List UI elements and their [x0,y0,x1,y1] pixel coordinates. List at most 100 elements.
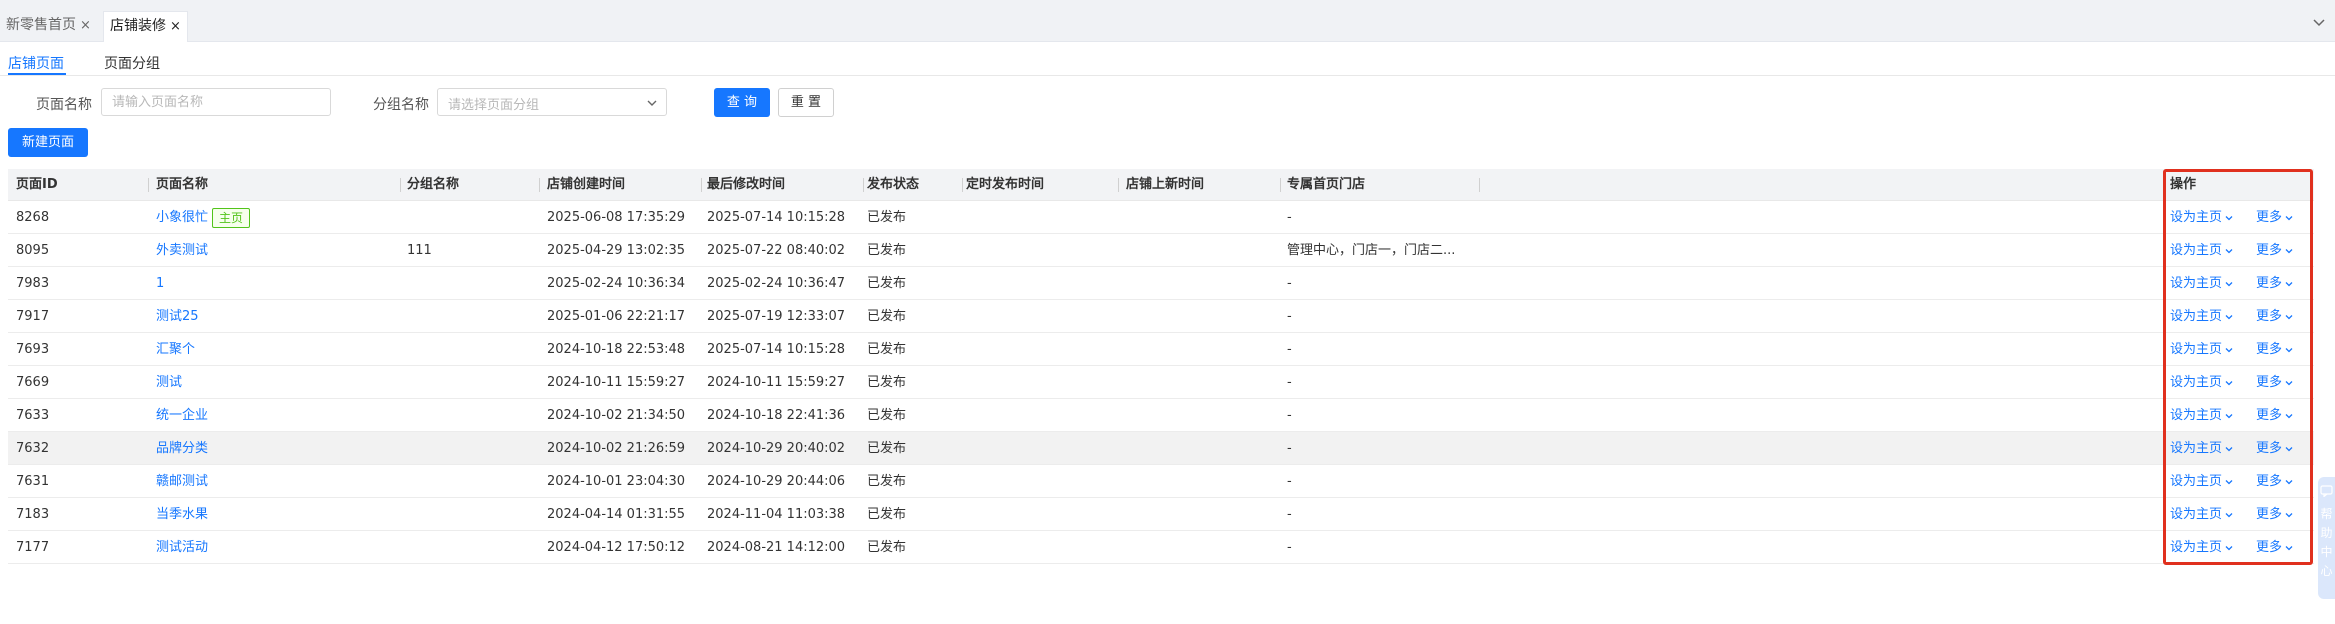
more-label: 更多 [2256,309,2283,324]
column-header-status: 发布状态 [867,177,920,192]
column-header-group: 分组名称 [407,177,460,192]
set-home-button[interactable]: 设为主页 [2170,399,2234,432]
cell-name[interactable]: 小象很忙 主页 [156,201,251,234]
set-home-button[interactable]: 设为主页 [2170,300,2234,333]
set-home-button[interactable]: 设为主页 [2170,465,2234,498]
chevron-down-icon [647,100,657,106]
page-name-link[interactable]: 汇聚个 [156,342,195,357]
help-center-widget[interactable]: 帮 助 中 心 [2318,477,2335,599]
chevron-down-icon[interactable] [2311,14,2327,30]
set-home-button[interactable]: 设为主页 [2170,333,2234,366]
cell-name[interactable]: 测试 [156,366,182,399]
cell-name[interactable]: 测试25 [156,300,199,333]
cell-text: 2025-07-14 10:15:28 [707,210,846,225]
more-button[interactable]: 更多 [2256,498,2294,531]
more-button[interactable]: 更多 [2256,300,2294,333]
set-home-button[interactable]: 设为主页 [2170,234,2234,267]
more-button[interactable]: 更多 [2256,201,2294,234]
group-name-label: 分组名称 [373,97,429,113]
home-tag: 主页 [212,207,251,228]
reset-button[interactable]: 重 置 [778,88,834,117]
close-icon[interactable]: × [170,13,181,41]
cell-modified: 2024-10-29 20:40:02 [707,432,845,465]
group-name-select[interactable]: 请选择页面分组 [437,88,667,116]
page-name-link[interactable]: 当季水果 [156,507,208,522]
chevron-down-icon [2225,215,2233,220]
page-name-link[interactable]: 1 [156,276,164,291]
more-label: 更多 [2256,540,2283,555]
query-button[interactable]: 查 询 [714,88,770,117]
page-name-link[interactable]: 赣邮测试 [156,474,208,489]
cell-text: 7177 [16,540,50,555]
group-name-placeholder: 请选择页面分组 [448,98,540,113]
tab-page-groups[interactable]: 页面分组 [104,53,160,73]
cell-text: 管理中心，门店一，门店二... [1287,243,1456,258]
table-row: 7669 测试 2024-10-11 15:59:27 2024-10-11 15:5… [8,366,2314,399]
new-page-button[interactable]: 新建页面 [8,128,88,157]
cell-text: - [1287,375,1292,390]
page-name-link[interactable]: 小象很忙 [156,210,208,225]
page-tab-retail-home[interactable]: 新零售首页 × [0,11,97,42]
chevron-down-icon [2225,380,2233,385]
cell-text: 7917 [16,309,50,324]
more-button[interactable]: 更多 [2256,366,2294,399]
close-icon[interactable]: × [80,12,91,40]
page-name-link[interactable]: 外卖测试 [156,243,208,258]
cell-status: 已发布 [867,531,906,564]
cell-text: 2025-07-22 08:40:02 [707,243,846,258]
page-name-link[interactable]: 测试 [156,375,182,390]
set-home-button[interactable]: 设为主页 [2170,498,2234,531]
page-name-link[interactable]: 统一企业 [156,408,208,423]
more-button[interactable]: 更多 [2256,465,2294,498]
cell-modified: 2024-10-11 15:59:27 [707,366,845,399]
set-home-button[interactable]: 设为主页 [2170,432,2234,465]
more-button[interactable]: 更多 [2256,399,2294,432]
chevron-down-icon [2225,446,2233,451]
table-row: 7632 品牌分类 2024-10-02 21:26:59 2024-10-29 20… [8,432,2314,465]
cell-text: 8095 [16,243,50,258]
cell-stores: - [1287,531,1292,564]
cell-text: 已发布 [867,474,907,489]
cell-name[interactable]: 汇聚个 [156,333,195,366]
page-name-link[interactable]: 品牌分类 [156,441,208,456]
set-home-button[interactable]: 设为主页 [2170,267,2234,300]
cell-id: 7632 [16,432,49,465]
page-name-input[interactable] [102,89,330,115]
cell-created: 2024-04-12 17:50:12 [547,531,685,564]
more-button[interactable]: 更多 [2256,531,2294,564]
chevron-down-icon [2285,248,2293,253]
cell-name[interactable]: 品牌分类 [156,432,208,465]
set-home-button[interactable]: 设为主页 [2170,366,2234,399]
more-button[interactable]: 更多 [2256,267,2294,300]
cell-name[interactable]: 测试活动 [156,531,208,564]
cell-name[interactable]: 统一企业 [156,399,208,432]
cell-created: 2024-10-11 15:59:27 [547,366,685,399]
cell-name[interactable]: 外卖测试 [156,234,208,267]
chevron-down-icon [2285,347,2293,352]
page-name-link[interactable]: 测试25 [156,309,199,324]
column-header-new-arrival: 店铺上新时间 [1126,177,1205,192]
page-tab-shop-decoration[interactable]: 店铺装修 × [103,11,188,42]
cell-text: 已发布 [867,507,907,522]
chat-icon [2320,485,2333,497]
tab-shop-pages[interactable]: 店铺页面 [8,53,64,73]
cell-text: - [1287,408,1292,423]
set-home-button[interactable]: 设为主页 [2170,201,2234,234]
cell-text: 已发布 [867,276,907,291]
page-name-link[interactable]: 测试活动 [156,540,208,555]
cell-text: 已发布 [867,210,907,225]
cell-id: 7631 [16,465,49,498]
cell-name[interactable]: 赣邮测试 [156,465,208,498]
cell-name[interactable]: 1 [156,267,164,300]
more-button[interactable]: 更多 [2256,333,2294,366]
chevron-down-icon [2285,446,2293,451]
cell-text: 2024-10-29 20:40:02 [707,441,846,456]
cell-created: 2025-06-08 17:35:29 [547,201,685,234]
cell-modified: 2025-07-14 10:15:28 [707,201,845,234]
more-button[interactable]: 更多 [2256,432,2294,465]
cell-modified: 2025-07-14 10:15:28 [707,333,845,366]
set-home-button[interactable]: 设为主页 [2170,531,2234,564]
cell-name[interactable]: 当季水果 [156,498,208,531]
more-button[interactable]: 更多 [2256,234,2294,267]
cell-text: 2024-10-29 20:44:06 [707,474,846,489]
